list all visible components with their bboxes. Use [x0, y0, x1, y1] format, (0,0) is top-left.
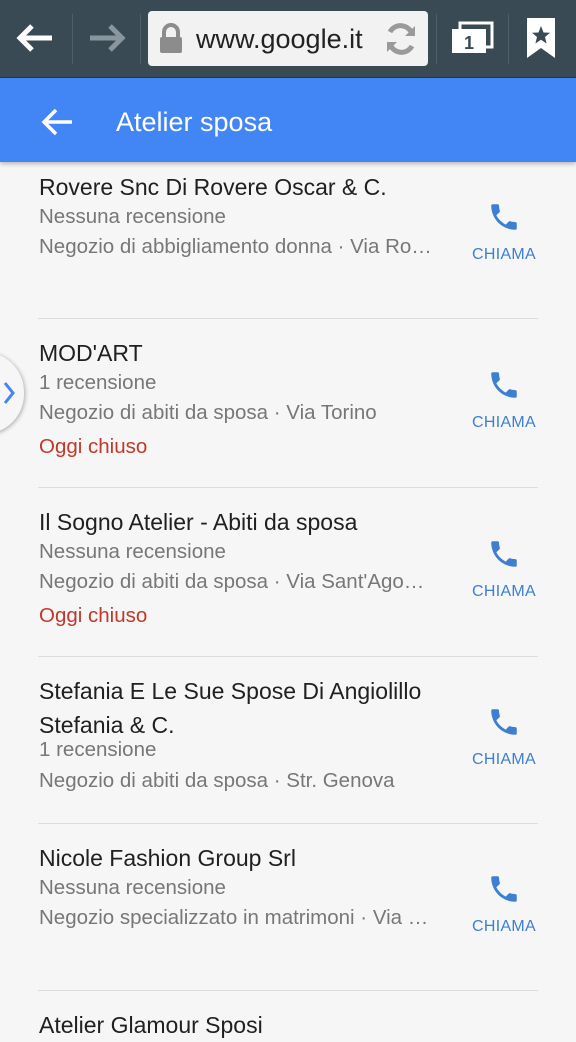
review-count: 1 recensione [39, 738, 157, 761]
call-button[interactable]: CHIAMA [466, 537, 542, 601]
call-label: CHIAMA [471, 414, 537, 431]
phone-icon [491, 876, 517, 902]
url-text: www.google.it [196, 24, 363, 54]
call-label: CHIAMA [471, 918, 537, 935]
toolbar-divider [72, 14, 73, 64]
category-address: Negozio di abbigliamento donna · Via Ro… [39, 235, 432, 258]
arrow-left-icon [16, 24, 52, 52]
tabs-button[interactable]: 1 [444, 14, 504, 62]
list-item[interactable]: MOD'ART 1 recensione Negozio di abiti da… [0, 319, 576, 487]
business-name[interactable]: Il Sogno Atelier - Abiti da sposa [39, 505, 464, 539]
reload-icon[interactable] [382, 20, 420, 58]
arrow-right-icon [90, 24, 126, 52]
browser-back-button[interactable] [12, 14, 60, 62]
call-button[interactable]: CHIAMA [466, 872, 542, 936]
call-button[interactable]: CHIAMA [466, 200, 542, 264]
category-address: Negozio di abiti da sposa · Via Sant'Ago… [39, 570, 425, 593]
business-name[interactable]: Atelier Glamour Sposi [39, 1008, 464, 1042]
business-name[interactable]: MOD'ART [39, 336, 464, 370]
browser-forward-button[interactable] [82, 14, 130, 62]
phone-icon [491, 541, 517, 567]
category-address: Negozio specializzato in matrimoni · Via… [39, 906, 429, 929]
business-name[interactable]: Nicole Fashion Group Srl [39, 841, 464, 875]
list-item[interactable]: Nicole Fashion Group Srl Nessuna recensi… [0, 824, 576, 990]
lock-icon [160, 23, 182, 53]
review-count: Nessuna recensione [39, 205, 226, 228]
status-closed: Oggi chiuso [39, 435, 148, 458]
toolbar-divider [508, 14, 509, 64]
browser-toolbar: www.google.it 1 [0, 0, 576, 78]
toolbar-divider [436, 14, 437, 64]
tab-count: 1 [464, 33, 474, 53]
review-count: Nessuna recensione [39, 540, 226, 563]
url-bar[interactable]: www.google.it [148, 11, 428, 66]
list-item[interactable]: Rovere Snc Di Rovere Oscar & C. Nessuna … [0, 162, 576, 318]
status-closed: Oggi chiuso [39, 604, 148, 627]
phone-icon [491, 204, 517, 230]
bookmark-star-icon [527, 18, 555, 58]
call-button[interactable]: CHIAMA [466, 705, 542, 769]
page-title: Atelier sposa [116, 107, 273, 137]
list-item[interactable]: Il Sogno Atelier - Abiti da sposa Nessun… [0, 488, 576, 656]
review-count: Nessuna recensione [39, 876, 226, 899]
call-label: CHIAMA [471, 583, 537, 600]
tabs-icon: 1 [452, 21, 494, 53]
list-item[interactable]: Stefania E Le Sue Spose Di Angiolillo St… [0, 657, 576, 823]
back-arrow-icon[interactable] [36, 100, 80, 144]
call-button[interactable]: CHIAMA [466, 368, 542, 432]
phone-icon [491, 372, 517, 398]
app-bar: Atelier sposa [0, 78, 576, 162]
list-item[interactable]: Atelier Glamour Sposi [0, 991, 576, 1038]
category-address: Negozio di abiti da sposa · Via Torino [39, 401, 377, 424]
toolbar-divider [140, 14, 141, 64]
category-address: Negozio di abiti da sposa · Str. Genova [39, 769, 395, 792]
review-count: 1 recensione [39, 371, 157, 394]
call-label: CHIAMA [471, 246, 537, 263]
call-label: CHIAMA [471, 751, 537, 768]
phone-icon [491, 709, 517, 735]
bookmark-button[interactable] [518, 10, 564, 66]
business-name[interactable]: Stefania E Le Sue Spose Di Angiolillo St… [39, 674, 464, 742]
business-name[interactable]: Rovere Snc Di Rovere Oscar & C. [39, 170, 464, 204]
